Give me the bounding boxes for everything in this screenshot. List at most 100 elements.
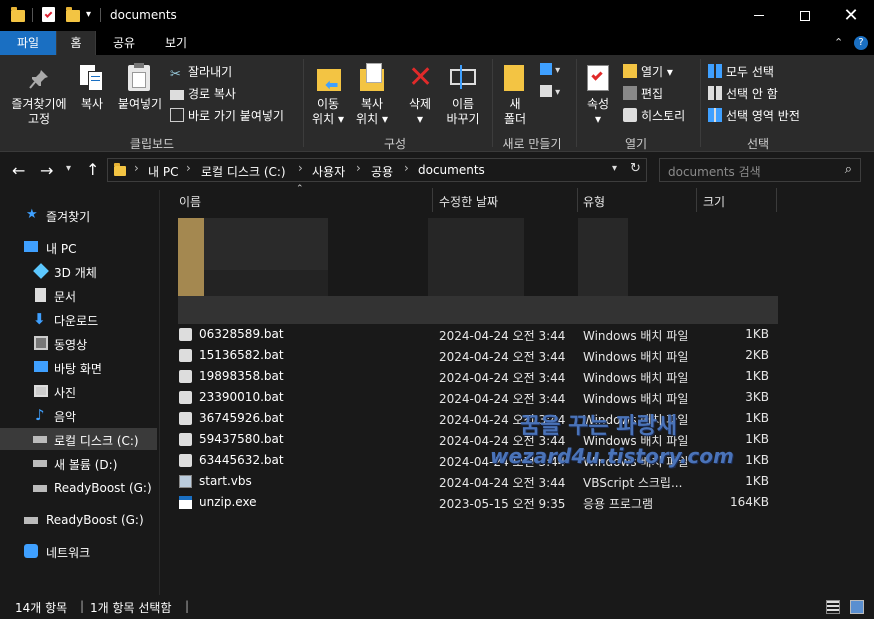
up-arrow-icon[interactable]: ↑ [86,160,99,179]
history-button[interactable]: 히스토리 [623,107,685,124]
sidebar-item-quick-access[interactable]: ★ 즐겨찾기 [0,204,157,226]
copyto-label-2: 위치 ▾ [356,112,388,126]
minimize-button[interactable] [736,0,782,31]
window-title: documents [110,8,177,22]
customize-quick-access-icon[interactable]: ▾ [86,9,91,20]
vbs-file-icon [179,475,192,488]
sidebar-item-this-pc[interactable]: 내 PC [0,236,157,258]
file-row[interactable]: 36745926.bat 2024-04-24 오전 3:44 Windows … [162,408,782,429]
breadcrumb-documents[interactable]: documents [418,163,485,177]
file-type: Windows 배치 파일 [583,371,689,385]
file-row[interactable]: start.vbs 2024-04-24 오전 3:44 VBScript 스크… [162,471,782,492]
properties-button[interactable]: 속성 ▾ [580,97,616,127]
sidebar-item-documents[interactable]: 문서 [0,284,157,306]
delete-button[interactable]: 삭제 ▾ [402,97,438,127]
file-row[interactable]: 15136582.bat 2024-04-24 오전 3:44 Windows … [162,345,782,366]
copy-to-button[interactable]: 복사 위치 ▾ [352,97,392,127]
select-all-button[interactable]: 모두 선택 [708,63,774,80]
sidebar-item-local-disk-c[interactable]: 로컬 디스크 (C:) [0,428,157,450]
sidebar-item-new-volume-d[interactable]: 새 볼륨 (D:) [0,452,157,474]
new-folder-button[interactable]: 새 폴더 [498,97,532,127]
bat-file-icon [179,454,192,467]
address-dropdown-icon[interactable]: ▾ [612,163,617,174]
edit-button[interactable]: 편집 [623,85,663,102]
pin-to-quick-access-button[interactable]: 즐겨찾기에 고정 [4,97,74,127]
column-divider[interactable] [432,188,433,212]
breadcrumb-local-disk[interactable]: 로컬 디스크 (C:) [201,163,286,180]
search-box[interactable]: documents 검색 ⌕ [659,158,861,182]
network-icon [24,544,38,558]
file-row[interactable]: 06328589.bat 2024-04-24 오전 3:44 Windows … [162,324,782,345]
sidebar-item-music[interactable]: ♪ 음악 [0,404,157,426]
column-divider[interactable] [776,188,777,212]
copy-path-label: 경로 복사 [188,87,236,101]
tab-share[interactable]: 공유 [100,31,148,56]
tab-file[interactable]: 파일 [0,31,56,56]
large-icons-view-icon[interactable] [850,600,864,614]
sidebar-item-3d-objects[interactable]: 3D 개체 [0,260,157,282]
breadcrumb-users[interactable]: 사용자 [312,163,345,180]
divider [32,8,33,22]
column-header-size[interactable]: 크기 [703,193,725,210]
copy-button[interactable]: 복사 [74,97,110,112]
organize-group-label: 구성 [383,137,407,151]
film-icon [34,336,48,350]
breadcrumb-public[interactable]: 공용 [371,163,393,180]
new-item-button[interactable]: ▾ [540,63,566,77]
column-header-name[interactable]: 이름 [179,193,201,210]
divider [303,59,304,147]
cut-button[interactable]: ✂ 잘라내기 [170,63,232,82]
sidebar-item-pictures[interactable]: 사진 [0,380,157,402]
invert-selection-label: 선택 영역 반전 [726,109,800,123]
copy-path-button[interactable]: 경로 복사 [170,85,236,102]
properties-icon [587,65,609,91]
file-name: 59437580.bat [199,432,284,446]
sidebar-label: 음악 [54,410,77,424]
sidebar-item-network[interactable]: 네트워크 [0,540,157,562]
close-button[interactable]: ✕ [828,0,874,31]
navigation-pane: ★ 즐겨찾기 내 PC 3D 개체 문서 ⬇ 다운로드 동영상 바탕 화면 사진… [0,190,160,595]
address-bar[interactable]: › 내 PC › 로컬 디스크 (C:) › 사용자 › 공용 › docume… [107,158,647,182]
forward-arrow-icon[interactable]: → [40,161,53,180]
properties-quick-icon[interactable] [42,7,55,22]
open-button[interactable]: 열기 ▾ [623,63,673,80]
maximize-button[interactable] [782,0,828,31]
new-folder-quick-icon[interactable] [66,7,80,22]
move-to-button[interactable]: 이동 위치 ▾ [308,97,348,127]
move-label-1: 이동 [316,97,340,111]
select-none-button[interactable]: 선택 안 함 [708,85,778,102]
clipboard-group-label: 클립보드 [129,137,175,151]
breadcrumb-this-pc[interactable]: 내 PC [148,163,178,180]
sidebar-item-readyboost-g[interactable]: ReadyBoost (G:) [0,477,157,499]
file-row[interactable]: 19898358.bat 2024-04-24 오전 3:44 Windows … [162,366,782,387]
help-icon[interactable]: ? [854,36,868,50]
sidebar-item-videos[interactable]: 동영상 [0,332,157,354]
sidebar-item-desktop[interactable]: 바탕 화면 [0,356,157,378]
details-view-icon[interactable] [826,600,840,614]
paste-shortcut-button[interactable]: 바로 가기 붙여넣기 [170,107,284,124]
easy-access-button[interactable]: ▾ [540,85,566,99]
sidebar-item-readyboost[interactable]: ReadyBoost (G:) [0,509,157,531]
tab-home[interactable]: 홈 [56,31,96,56]
column-header-modified[interactable]: 수정한 날짜 [439,193,498,210]
back-arrow-icon[interactable]: ← [12,161,25,180]
recent-locations-icon[interactable]: ▾ [66,163,71,174]
column-divider[interactable] [577,188,578,212]
refresh-icon[interactable]: ↻ [630,161,641,176]
file-row[interactable]: 23390010.bat 2024-04-24 오전 3:44 Windows … [162,387,782,408]
tab-view[interactable]: 보기 [150,31,202,56]
sidebar-item-downloads[interactable]: ⬇ 다운로드 [0,308,157,330]
file-row[interactable]: unzip.exe 2023-05-15 오전 9:35 응용 프로그램 164… [162,492,782,513]
column-divider[interactable] [696,188,697,212]
drive-icon [33,436,47,443]
bat-file-icon [179,391,192,404]
desktop-icon [34,361,48,372]
rename-button[interactable]: 이름 바꾸기 [440,97,486,127]
file-name: 23390010.bat [199,390,284,404]
collapse-ribbon-icon[interactable]: ⌃ [834,36,843,49]
paste-button[interactable]: 붙여넣기 [112,97,168,112]
document-icon [35,288,46,302]
invert-selection-button[interactable]: 선택 영역 반전 [708,107,800,124]
column-header-type[interactable]: 유형 [583,193,605,210]
sidebar-label: 즐겨찾기 [46,210,91,224]
